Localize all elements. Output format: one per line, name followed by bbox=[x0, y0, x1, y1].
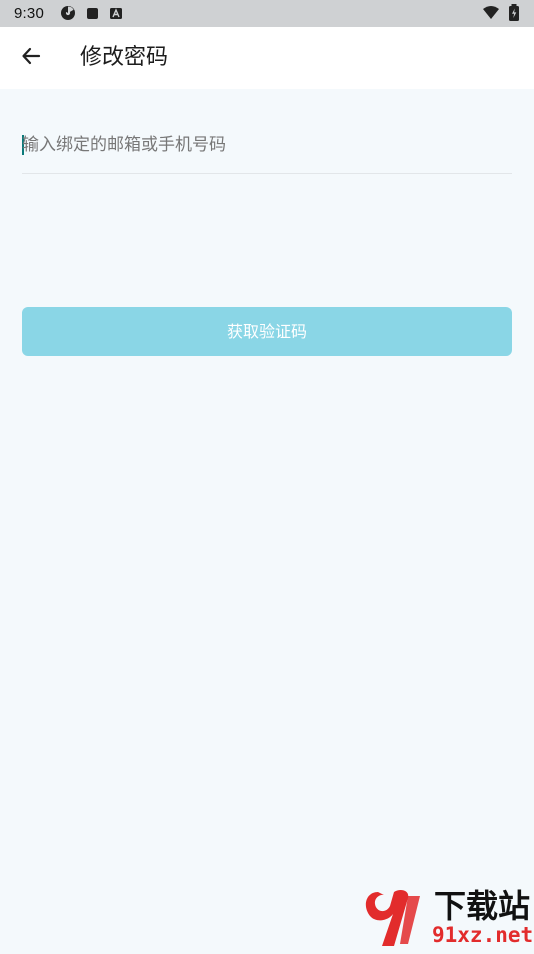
watermark-site: 91xz.net bbox=[432, 923, 534, 947]
get-code-button[interactable]: 获取验证码 bbox=[22, 307, 512, 356]
square-app-icon bbox=[86, 5, 100, 24]
a-badge-icon bbox=[109, 5, 123, 24]
page-title: 修改密码 bbox=[80, 45, 169, 70]
app-bar: 修改密码 bbox=[0, 27, 534, 89]
account-input-row bbox=[22, 127, 512, 174]
content-area: 获取验证码 bbox=[0, 89, 534, 950]
watermark: 下载站 91xz.net bbox=[360, 886, 534, 950]
watermark-logo-icon bbox=[360, 886, 430, 950]
wifi-icon bbox=[482, 5, 500, 25]
arrow-left-icon bbox=[20, 45, 42, 71]
battery-charging-icon bbox=[508, 4, 520, 26]
watermark-name: 下载站 bbox=[434, 887, 531, 925]
status-time: 9:30 bbox=[14, 5, 44, 22]
account-input[interactable] bbox=[22, 127, 512, 163]
radioactive-icon bbox=[60, 5, 76, 25]
back-button[interactable] bbox=[16, 43, 46, 73]
status-bar: 9:30 bbox=[0, 0, 534, 27]
